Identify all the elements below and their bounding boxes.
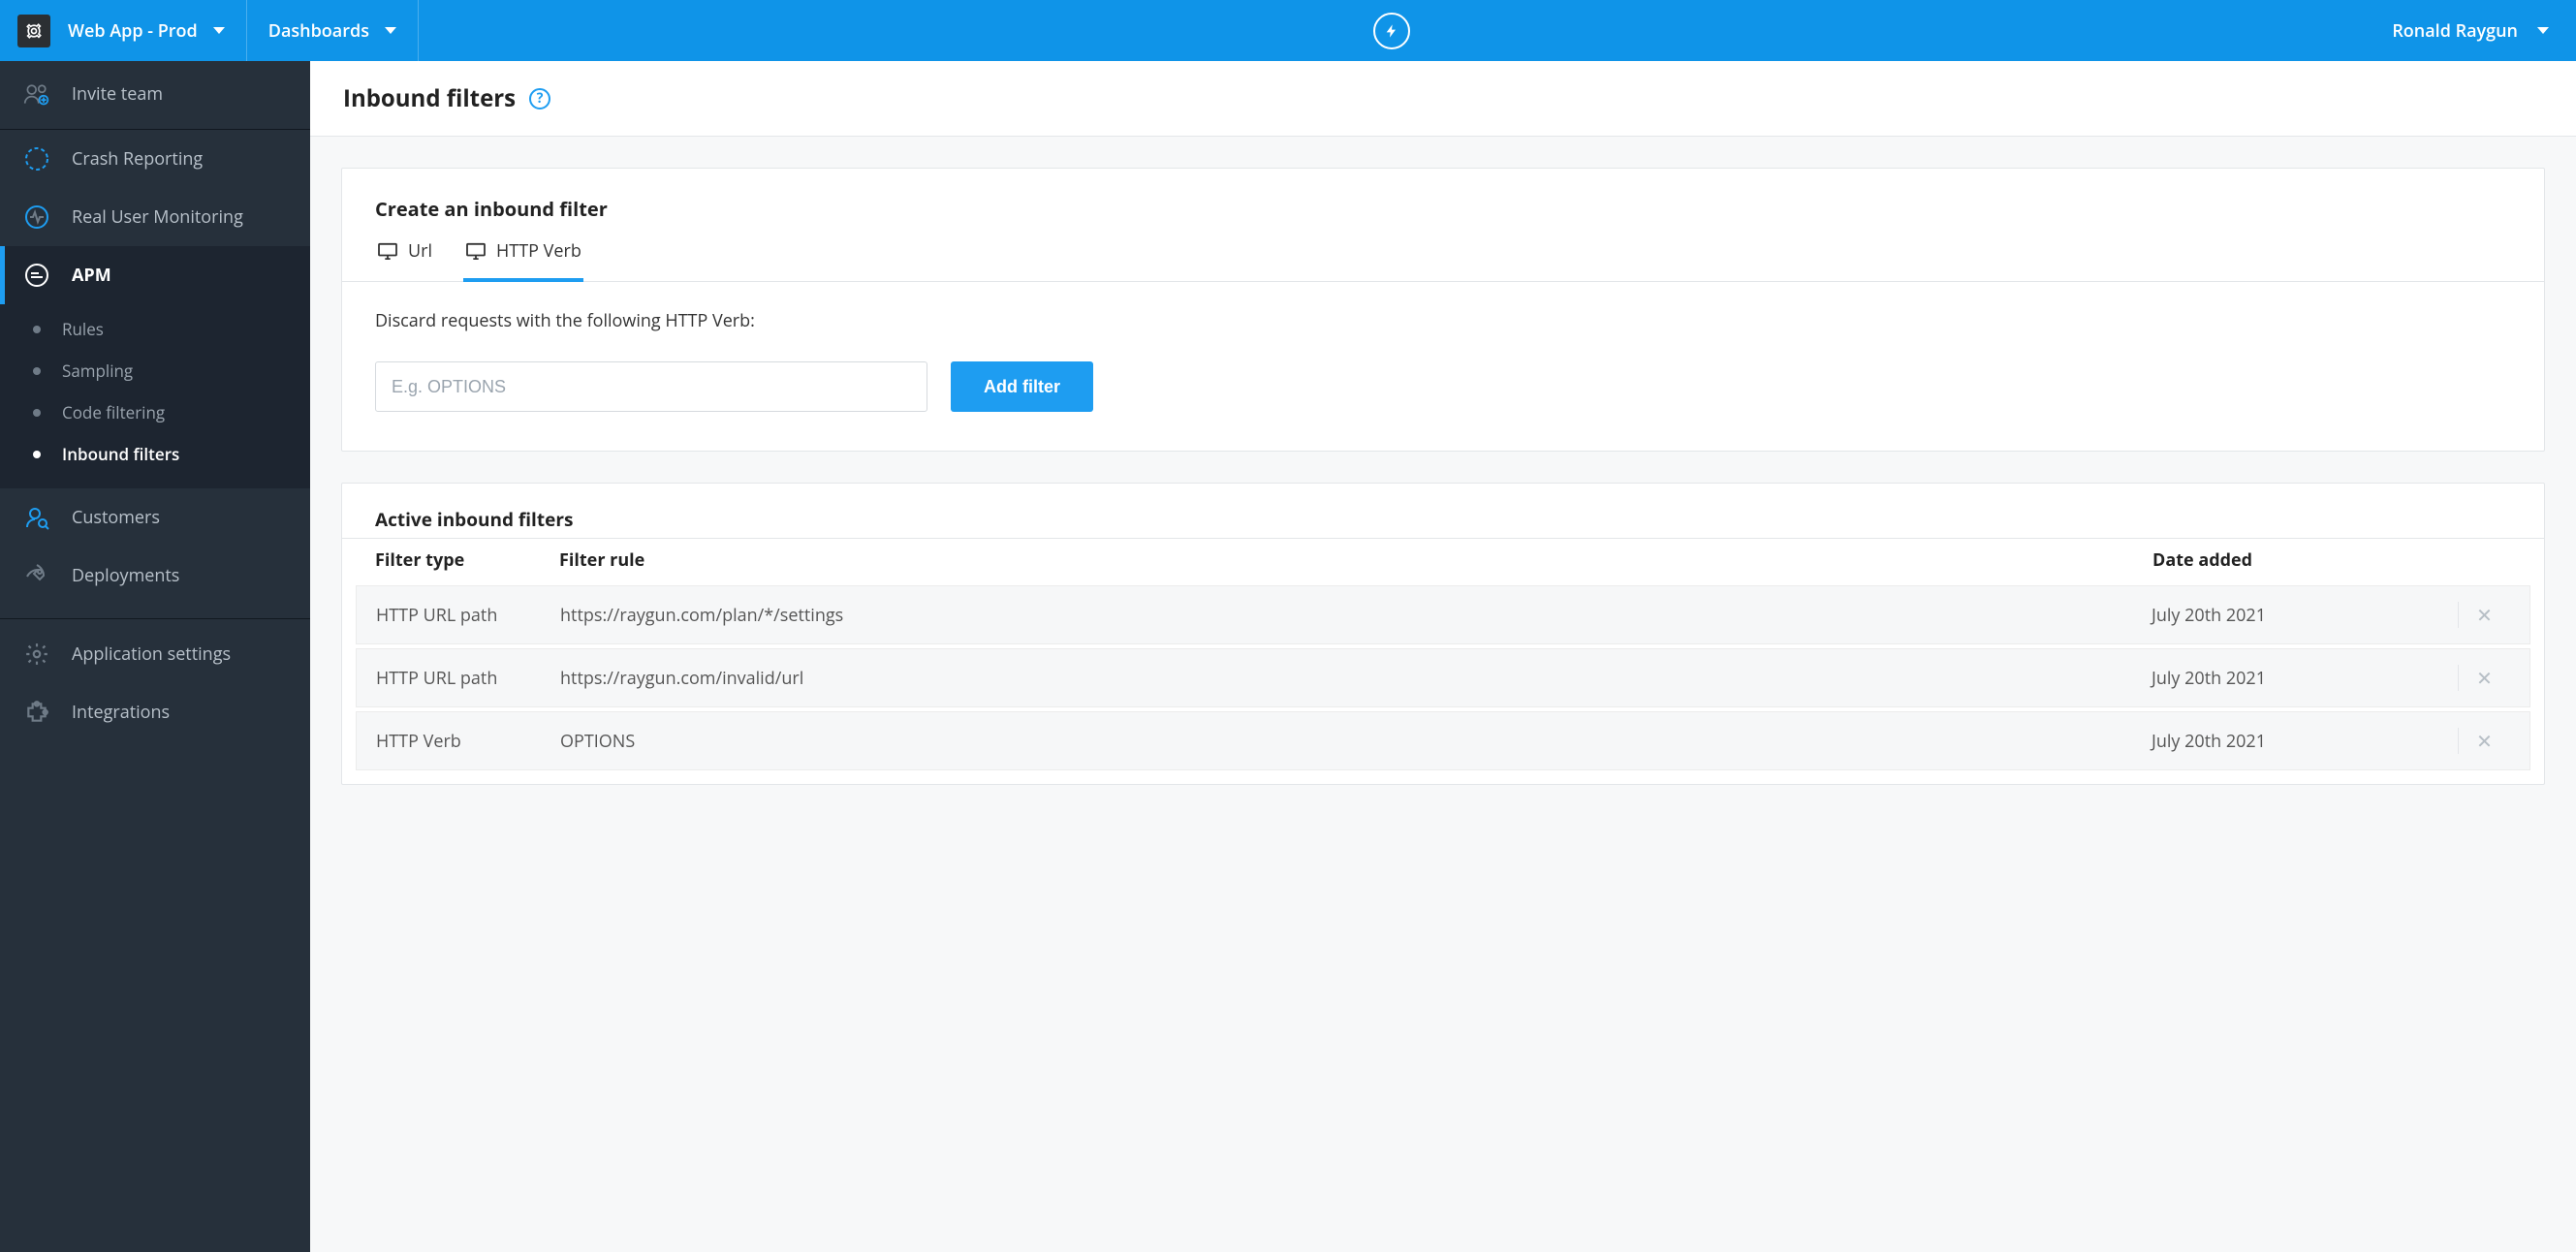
delete-filter-button[interactable]: ✕ bbox=[2458, 602, 2510, 628]
sidebar-invite-label: Invite team bbox=[72, 82, 163, 106]
person-search-icon bbox=[23, 504, 50, 531]
monitor-icon bbox=[377, 242, 398, 260]
app-selector[interactable]: Web App - Prod bbox=[0, 0, 247, 61]
sidebar-item-label: Customers bbox=[72, 506, 160, 529]
sidebar-item-crash-reporting[interactable]: Crash Reporting bbox=[0, 130, 310, 188]
close-icon: ✕ bbox=[2476, 728, 2493, 754]
cell-date-added: July 20th 2021 bbox=[2152, 667, 2442, 690]
bolt-icon[interactable] bbox=[1373, 13, 1410, 49]
user-menu[interactable]: Ronald Raygun bbox=[2365, 0, 2576, 61]
http-verb-form-label: Discard requests with the following HTTP… bbox=[342, 282, 2544, 332]
sidebar-item-rum[interactable]: Real User Monitoring bbox=[0, 188, 310, 246]
pulse-circle-icon bbox=[23, 203, 50, 231]
sidebar-subitem-label: Sampling bbox=[62, 360, 133, 382]
col-filter-type: Filter type bbox=[375, 548, 559, 572]
app-logo-icon bbox=[17, 15, 50, 47]
sidebar-item-label: Deployments bbox=[72, 564, 179, 587]
sidebar: Invite team Crash Reporting Real User Mo… bbox=[0, 61, 310, 1252]
cell-filter-type: HTTP URL path bbox=[376, 667, 560, 690]
topbar: Web App - Prod Dashboards Ronald Raygun bbox=[0, 0, 2576, 61]
close-icon: ✕ bbox=[2476, 602, 2493, 628]
bullet-icon bbox=[33, 367, 41, 375]
create-filter-heading: Create an inbound filter bbox=[375, 196, 2511, 222]
gauge-icon bbox=[23, 262, 50, 289]
gear-icon bbox=[23, 641, 50, 668]
sidebar-subitem-label: Rules bbox=[62, 318, 104, 340]
sidebar-item-apm[interactable]: APM bbox=[0, 246, 310, 304]
sidebar-subitem-label: Inbound filters bbox=[62, 443, 179, 465]
delete-filter-button[interactable]: ✕ bbox=[2458, 728, 2510, 754]
active-filters-table-header: Filter type Filter rule Date added bbox=[356, 539, 2530, 585]
cell-date-added: July 20th 2021 bbox=[2152, 604, 2442, 627]
dashboards-label: Dashboards bbox=[268, 19, 369, 43]
table-row: HTTP URL path https://raygun.com/plan/*/… bbox=[356, 585, 2530, 644]
chevron-down-icon bbox=[213, 27, 225, 34]
chevron-down-icon bbox=[385, 27, 396, 34]
sidebar-subitem-label: Code filtering bbox=[62, 401, 165, 423]
sidebar-subitem-inbound-filters[interactable]: Inbound filters bbox=[0, 433, 310, 475]
page-header: Inbound filters ? bbox=[310, 61, 2576, 137]
cell-filter-rule: https://raygun.com/invalid/url bbox=[560, 667, 2152, 690]
create-filter-card: Create an inbound filter Url HTTP Verb D… bbox=[341, 168, 2545, 452]
cell-filter-rule: OPTIONS bbox=[560, 730, 2152, 753]
sidebar-subitem-sampling[interactable]: Sampling bbox=[0, 350, 310, 391]
delete-filter-button[interactable]: ✕ bbox=[2458, 665, 2510, 691]
bullet-icon bbox=[33, 326, 41, 333]
tab-url[interactable]: Url bbox=[375, 230, 434, 282]
tab-url-label: Url bbox=[408, 239, 432, 263]
puzzle-icon bbox=[23, 699, 50, 726]
sidebar-item-integrations[interactable]: Integrations bbox=[0, 683, 310, 741]
sidebar-item-label: Integrations bbox=[72, 701, 170, 724]
sidebar-invite-team[interactable]: Invite team bbox=[0, 61, 310, 130]
page-title: Inbound filters bbox=[343, 82, 516, 114]
tab-http-verb-label: HTTP Verb bbox=[496, 239, 581, 263]
sidebar-item-customers[interactable]: Customers bbox=[0, 488, 310, 547]
active-filters-card: Active inbound filters Filter type Filte… bbox=[341, 483, 2545, 785]
sidebar-subitem-code-filtering[interactable]: Code filtering bbox=[0, 391, 310, 433]
dashboards-menu[interactable]: Dashboards bbox=[247, 0, 419, 61]
active-filters-heading: Active inbound filters bbox=[342, 484, 2544, 538]
people-plus-icon bbox=[23, 80, 50, 108]
sidebar-item-label: Real User Monitoring bbox=[72, 205, 243, 229]
close-icon: ✕ bbox=[2476, 665, 2493, 691]
sidebar-item-label: Application settings bbox=[72, 642, 231, 666]
topbar-center bbox=[419, 0, 2365, 61]
help-icon[interactable]: ? bbox=[529, 88, 550, 110]
col-date-added: Date added bbox=[2152, 548, 2443, 572]
filter-type-tabs: Url HTTP Verb bbox=[342, 230, 2544, 282]
app-name: Web App - Prod bbox=[68, 19, 198, 43]
sidebar-apm-subgroup: Rules Sampling Code filtering Inbound fi… bbox=[0, 304, 310, 488]
main-content: Inbound filters ? Create an inbound filt… bbox=[310, 61, 2576, 1252]
table-row: HTTP Verb OPTIONS July 20th 2021 ✕ bbox=[356, 711, 2530, 770]
tab-http-verb[interactable]: HTTP Verb bbox=[463, 230, 583, 282]
table-row: HTTP URL path https://raygun.com/invalid… bbox=[356, 648, 2530, 707]
bullet-icon bbox=[33, 451, 41, 458]
bullet-icon bbox=[33, 409, 41, 417]
sidebar-item-label: Crash Reporting bbox=[72, 147, 203, 171]
add-filter-button[interactable]: Add filter bbox=[951, 361, 1093, 412]
chevron-down-icon bbox=[2537, 27, 2549, 34]
rocket-icon bbox=[23, 562, 50, 589]
http-verb-input[interactable] bbox=[375, 361, 927, 412]
user-name: Ronald Raygun bbox=[2392, 19, 2518, 43]
sidebar-item-label: APM bbox=[72, 264, 111, 287]
cell-date-added: July 20th 2021 bbox=[2152, 730, 2442, 753]
sidebar-item-app-settings[interactable]: Application settings bbox=[0, 625, 310, 683]
monitor-icon bbox=[465, 242, 487, 260]
sidebar-subitem-rules[interactable]: Rules bbox=[0, 308, 310, 350]
sidebar-item-deployments[interactable]: Deployments bbox=[0, 547, 310, 605]
cell-filter-type: HTTP Verb bbox=[376, 730, 560, 753]
cell-filter-type: HTTP URL path bbox=[376, 604, 560, 627]
col-filter-rule: Filter rule bbox=[559, 548, 2152, 572]
cell-filter-rule: https://raygun.com/plan/*/settings bbox=[560, 604, 2152, 627]
bug-target-icon bbox=[23, 145, 50, 172]
